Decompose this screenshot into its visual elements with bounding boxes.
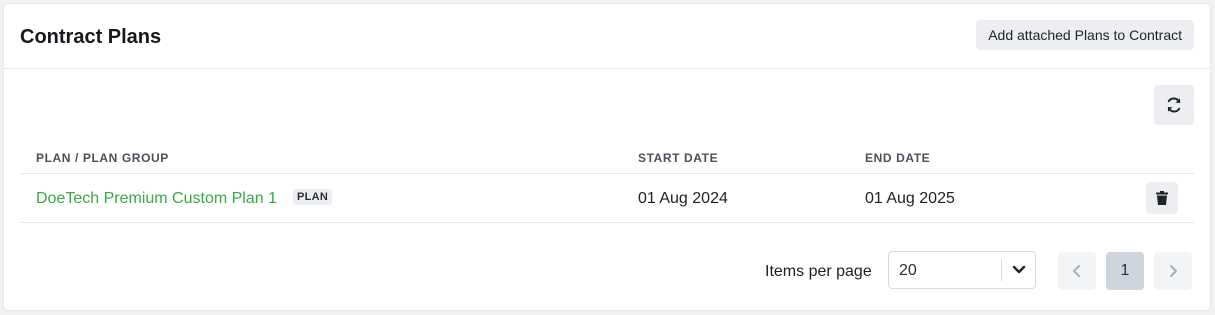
start-date-cell: 01 Aug 2024	[638, 190, 728, 207]
refresh-icon	[1167, 97, 1181, 113]
chevron-down-icon	[1012, 265, 1026, 274]
next-page-button[interactable]	[1154, 252, 1192, 290]
plans-table: PLAN / PLAN GROUP START DATE END DATE Do…	[20, 141, 1194, 223]
select-toggle[interactable]	[1002, 252, 1036, 288]
add-attached-plans-button[interactable]: Add attached Plans to Contract	[976, 20, 1194, 50]
column-header-end-date: END DATE	[865, 151, 931, 165]
items-per-page-value: 20	[899, 262, 917, 279]
end-date-cell: 01 Aug 2025	[865, 190, 955, 207]
plan-link[interactable]: DoeTech Premium Custom Plan 1	[36, 190, 277, 208]
trash-icon	[1156, 191, 1168, 205]
plan-type-badge: PLAN	[293, 189, 333, 205]
page-1-button[interactable]: 1	[1106, 252, 1144, 290]
chevron-right-icon	[1170, 265, 1177, 277]
page-title: Contract Plans	[20, 26, 162, 48]
delete-button[interactable]	[1146, 182, 1178, 214]
table-row: DoeTech Premium Custom Plan 1 PLAN 01 Au…	[20, 174, 1194, 223]
refresh-button[interactable]	[1154, 85, 1194, 125]
items-per-page-select[interactable]: 20	[888, 251, 1036, 289]
column-header-start-date: START DATE	[638, 151, 719, 165]
chevron-left-icon	[1073, 265, 1080, 277]
card-header: Contract Plans Add attached Plans to Con…	[4, 4, 1210, 69]
items-per-page-label: Items per page	[765, 263, 872, 280]
previous-page-button[interactable]	[1058, 252, 1096, 290]
column-header-plan: PLAN / PLAN GROUP	[36, 151, 169, 165]
table-header: PLAN / PLAN GROUP START DATE END DATE	[20, 141, 1194, 174]
